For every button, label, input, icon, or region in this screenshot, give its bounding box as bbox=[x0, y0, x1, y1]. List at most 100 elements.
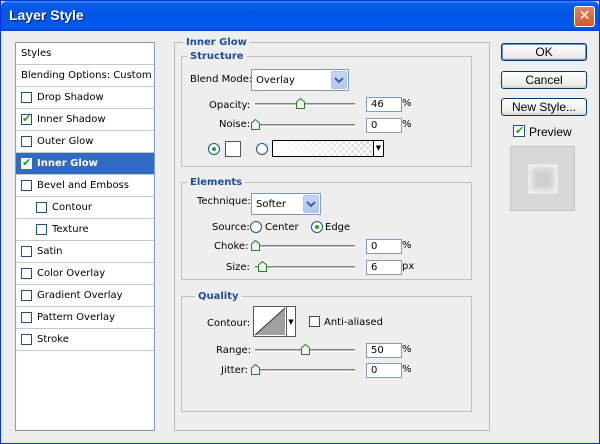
check-icon: ✔ bbox=[22, 156, 32, 169]
quality-title: Quality bbox=[195, 291, 242, 302]
choke-slider[interactable] bbox=[255, 245, 355, 248]
source-center-radio[interactable] bbox=[250, 221, 262, 233]
size-label: Size: bbox=[226, 262, 250, 273]
styles-header-label: Styles bbox=[21, 48, 52, 59]
preview-label: Preview bbox=[529, 125, 572, 139]
dialog-title: Layer Style bbox=[9, 7, 84, 23]
style-checkbox[interactable] bbox=[21, 312, 32, 323]
structure-title: Structure bbox=[187, 51, 247, 62]
style-checkbox[interactable] bbox=[21, 92, 32, 103]
style-checkbox[interactable] bbox=[36, 224, 47, 235]
style-preview bbox=[510, 146, 575, 211]
noise-slider-thumb[interactable] bbox=[251, 118, 260, 130]
glow-color-swatch[interactable] bbox=[225, 141, 241, 157]
style-checkbox[interactable] bbox=[21, 334, 32, 345]
close-button[interactable]: ✕ bbox=[574, 6, 595, 27]
new-style-button[interactable]: New Style... bbox=[501, 98, 587, 116]
size-slider[interactable] bbox=[255, 266, 355, 269]
noise-input[interactable]: 0 bbox=[366, 118, 402, 133]
size-unit: px bbox=[402, 261, 415, 272]
antialiased-checkbox[interactable] bbox=[309, 316, 320, 327]
opacity-slider-thumb[interactable] bbox=[296, 97, 305, 109]
technique-value: Softer bbox=[256, 199, 286, 210]
source-edge-label: Edge bbox=[325, 222, 351, 233]
styles-header[interactable]: Styles bbox=[16, 43, 154, 65]
ok-button[interactable]: OK bbox=[501, 43, 587, 61]
style-item-color-overlay[interactable]: Color Overlay bbox=[16, 263, 154, 285]
jitter-input[interactable]: 0 bbox=[366, 363, 402, 378]
blend-mode-value: Overlay bbox=[256, 75, 295, 86]
noise-slider[interactable] bbox=[255, 124, 355, 127]
size-slider-thumb[interactable] bbox=[258, 260, 267, 272]
contour-label: Contour: bbox=[207, 318, 251, 329]
range-slider-thumb[interactable] bbox=[301, 343, 310, 355]
style-item-label: Texture bbox=[52, 224, 89, 235]
source-edge-radio[interactable] bbox=[311, 221, 323, 233]
style-item-label: Stroke bbox=[37, 334, 69, 345]
style-item-texture[interactable]: Texture bbox=[16, 219, 154, 241]
style-checkbox[interactable]: ✔ bbox=[21, 156, 32, 169]
style-item-label: Contour bbox=[52, 202, 92, 213]
style-item-label: Inner Glow bbox=[37, 158, 98, 169]
style-item-outer-glow[interactable]: Outer Glow bbox=[16, 131, 154, 153]
jitter-slider[interactable] bbox=[255, 369, 355, 372]
technique-select[interactable]: Softer bbox=[251, 193, 321, 215]
jitter-slider-thumb[interactable] bbox=[251, 363, 260, 375]
contour-curve-icon bbox=[254, 307, 286, 336]
size-input[interactable]: 6 bbox=[366, 260, 402, 275]
choke-unit: % bbox=[402, 240, 412, 251]
style-checkbox[interactable] bbox=[36, 202, 47, 213]
chevron-down-icon: ▼ bbox=[288, 318, 294, 326]
layer-style-dialog: Layer Style ✕ Styles Blending Options: C… bbox=[0, 0, 600, 444]
dialog-body: Styles Blending Options: Custom Drop Sha… bbox=[4, 31, 596, 441]
style-checkbox[interactable] bbox=[21, 290, 32, 301]
choke-input[interactable]: 0 bbox=[366, 239, 402, 254]
contour-preview[interactable] bbox=[253, 306, 287, 337]
chevron-down-icon bbox=[331, 71, 347, 89]
preview-checkbox[interactable]: ✔ bbox=[513, 124, 525, 137]
title-bar[interactable]: Layer Style ✕ bbox=[1, 1, 599, 31]
style-item-label: Satin bbox=[37, 246, 63, 257]
preview-thumbnail bbox=[529, 165, 557, 193]
style-item-inner-glow[interactable]: ✔ Inner Glow bbox=[16, 153, 154, 175]
style-item-contour[interactable]: Contour bbox=[16, 197, 154, 219]
range-unit: % bbox=[402, 344, 412, 355]
style-item-inner-shadow[interactable]: ✔ Inner Shadow bbox=[16, 109, 154, 131]
style-checkbox[interactable] bbox=[21, 136, 32, 147]
gradient-picker[interactable]: ▼ bbox=[272, 140, 384, 157]
chevron-down-icon bbox=[303, 195, 319, 213]
jitter-label: Jitter: bbox=[221, 365, 249, 376]
style-item-label: Drop Shadow bbox=[37, 92, 104, 103]
gradient-radio[interactable] bbox=[256, 143, 268, 155]
choke-slider-thumb[interactable] bbox=[251, 239, 260, 251]
opacity-input[interactable]: 46 bbox=[366, 97, 402, 112]
noise-label: Noise: bbox=[219, 119, 251, 130]
style-item-pattern-overlay[interactable]: Pattern Overlay bbox=[16, 307, 154, 329]
cancel-button[interactable]: Cancel bbox=[501, 71, 587, 89]
opacity-slider[interactable] bbox=[255, 103, 355, 106]
style-item-stroke[interactable]: Stroke bbox=[16, 329, 154, 351]
style-checkbox[interactable] bbox=[21, 246, 32, 257]
style-item-label: Gradient Overlay bbox=[37, 290, 123, 301]
range-input[interactable]: 50 bbox=[366, 343, 402, 358]
blend-mode-select[interactable]: Overlay bbox=[251, 69, 349, 91]
style-item-label: Inner Shadow bbox=[37, 114, 106, 125]
choke-label: Choke: bbox=[214, 241, 249, 252]
style-item-drop-shadow[interactable]: Drop Shadow bbox=[16, 87, 154, 109]
style-item-gradient-overlay[interactable]: Gradient Overlay bbox=[16, 285, 154, 307]
blending-options-label: Blending Options: Custom bbox=[21, 70, 152, 81]
style-item-satin[interactable]: Satin bbox=[16, 241, 154, 263]
close-icon: ✕ bbox=[578, 8, 591, 24]
check-icon: ✔ bbox=[22, 112, 32, 125]
noise-unit: % bbox=[402, 119, 412, 130]
style-checkbox[interactable] bbox=[21, 268, 32, 279]
opacity-unit: % bbox=[402, 98, 412, 109]
blending-options-item[interactable]: Blending Options: Custom bbox=[16, 65, 154, 87]
style-item-bevel-and-emboss[interactable]: Bevel and Emboss bbox=[16, 175, 154, 197]
contour-dropdown-button[interactable]: ▼ bbox=[287, 306, 296, 337]
style-checkbox[interactable]: ✔ bbox=[21, 112, 32, 125]
styles-list: Styles Blending Options: Custom Drop Sha… bbox=[15, 42, 155, 431]
range-label: Range: bbox=[216, 345, 252, 356]
solid-color-radio[interactable] bbox=[208, 143, 220, 155]
style-checkbox[interactable] bbox=[21, 180, 32, 191]
